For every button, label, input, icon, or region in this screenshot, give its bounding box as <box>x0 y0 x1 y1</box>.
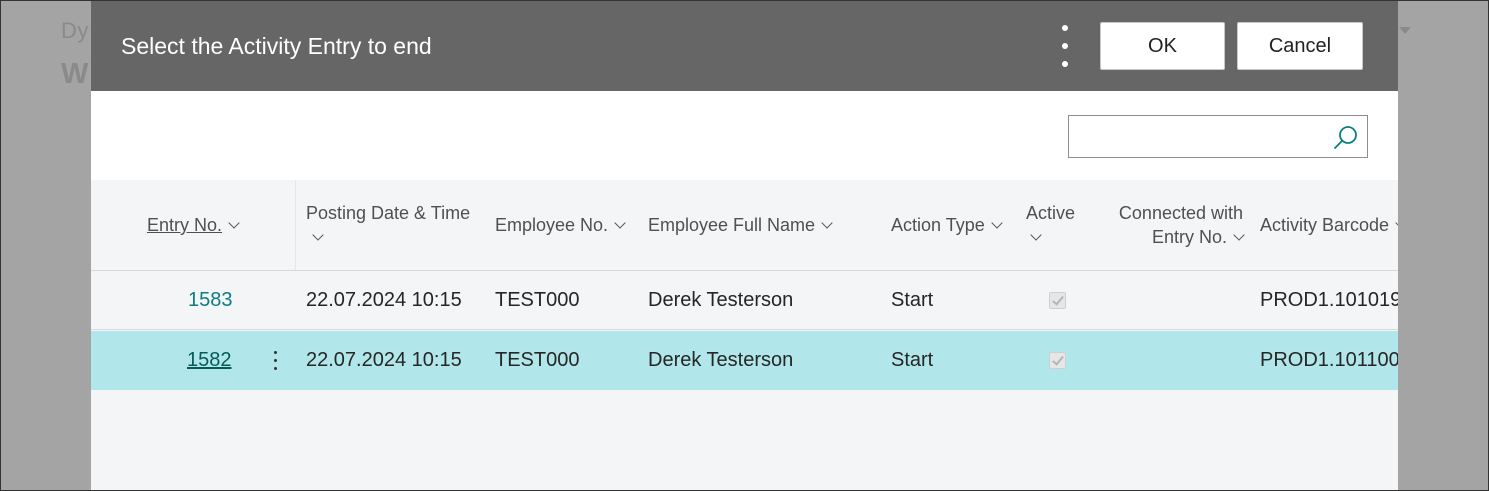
table-header: Entry No. Posting Date & Time Employee N… <box>91 180 1398 271</box>
column-header-label: Action Type <box>891 215 985 235</box>
employee-full-name-cell: Derek Testerson <box>648 289 794 311</box>
chevron-down-icon <box>228 217 240 229</box>
column-header-posting-date-time[interactable]: Posting Date & Time <box>306 201 470 249</box>
column-header-label: Entry No. <box>147 215 223 235</box>
search-input[interactable] <box>1069 116 1319 157</box>
column-header-employee-full-name[interactable]: Employee Full Name <box>648 213 833 237</box>
chevron-down-icon <box>312 229 324 241</box>
chevron-down-icon <box>1030 229 1042 241</box>
cancel-button[interactable]: Cancel <box>1237 22 1363 70</box>
employee-no-cell: TEST000 <box>495 349 580 371</box>
column-header-label: Activity Barcode <box>1260 215 1390 235</box>
posting-date-time-cell: 22.07.2024 10:15 <box>306 349 462 371</box>
column-header-employee-no[interactable]: Employee No. <box>495 213 626 237</box>
column-divider <box>295 180 296 270</box>
column-header-action-type[interactable]: Action Type <box>891 213 1003 237</box>
activity-entry-dialog: Select the Activity Entry to end OK Canc… <box>91 0 1398 491</box>
chevron-down-icon <box>614 217 626 229</box>
ok-button[interactable]: OK <box>1100 22 1225 70</box>
table-row[interactable]: 1583 22.07.2024 10:15 TEST000 Derek Test… <box>91 271 1398 330</box>
more-options-icon[interactable] <box>1054 23 1074 73</box>
column-header-label: Posting Date & Time <box>306 203 471 223</box>
column-header-label: Employee No. <box>495 215 609 235</box>
dialog-toolbar <box>91 91 1398 180</box>
entry-no-link[interactable]: 1583 <box>188 271 233 330</box>
dialog-title: Select the Activity Entry to end <box>121 33 432 59</box>
table-row-selected[interactable]: 1582 22.07.2024 10:15 TEST000 Derek Test… <box>91 331 1398 390</box>
row-actions-icon[interactable] <box>273 349 279 373</box>
search-icon[interactable] <box>1333 124 1359 150</box>
activity-barcode-cell: PROD1.101019 <box>1260 289 1398 311</box>
employee-no-cell: TEST000 <box>495 289 580 311</box>
column-header-label-line1: Connected with <box>1118 203 1243 223</box>
search-box <box>1068 115 1368 158</box>
active-checkbox <box>1049 292 1066 309</box>
entries-table: Entry No. Posting Date & Time Employee N… <box>91 180 1398 390</box>
chevron-down-icon <box>991 217 1003 229</box>
entry-no-link[interactable]: 1582 <box>187 331 232 390</box>
column-header-active[interactable]: Active <box>1026 201 1075 249</box>
action-type-cell: Start <box>891 349 934 371</box>
chevron-down-icon <box>1395 217 1398 229</box>
column-header-label: Employee Full Name <box>648 215 816 235</box>
column-header-connected-entry-no[interactable]: Connected with Entry No. <box>1113 201 1245 249</box>
caret-down-icon <box>1399 27 1411 34</box>
column-header-activity-barcode[interactable]: Activity Barcode <box>1260 213 1398 237</box>
column-header-label: Active <box>1026 203 1076 223</box>
posting-date-time-cell: 22.07.2024 10:15 <box>306 289 462 311</box>
action-type-cell: Start <box>891 289 934 311</box>
chevron-down-icon <box>821 217 833 229</box>
background-page-title: Dy <box>61 18 89 43</box>
chevron-down-icon <box>1233 229 1245 241</box>
background-page-subtitle: W <box>61 58 89 90</box>
employee-full-name-cell: Derek Testerson <box>648 349 794 371</box>
dialog-header: Select the Activity Entry to end OK Canc… <box>91 0 1398 91</box>
activity-barcode-cell: PROD1.101100 <box>1260 349 1398 371</box>
column-header-entry-no[interactable]: Entry No. <box>147 213 240 237</box>
column-header-label-line2: Entry No. <box>1151 227 1227 247</box>
active-checkbox <box>1049 352 1066 369</box>
